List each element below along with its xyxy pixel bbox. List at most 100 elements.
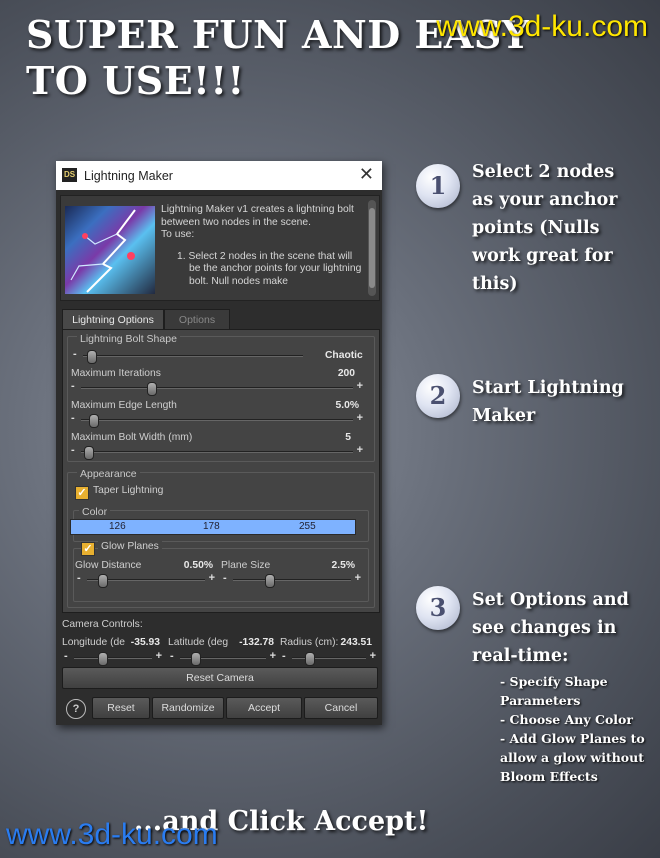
color-blue-value: 255 — [299, 521, 316, 532]
plane-size-label: Plane Size — [221, 560, 271, 571]
color-green-value: 178 — [203, 521, 220, 532]
tab-options[interactable]: Options — [164, 309, 230, 330]
watermark-bottom: www.3d-ku.com — [6, 818, 218, 851]
slider-plus[interactable]: + — [270, 650, 276, 662]
slider-minus[interactable]: - — [64, 650, 68, 662]
slider-knob[interactable] — [97, 652, 108, 666]
reset-button[interactable]: Reset — [92, 697, 150, 719]
slider-minus[interactable]: - — [71, 412, 75, 424]
step-2-text: Start Lightning Maker — [472, 378, 624, 426]
max-iterations-value[interactable]: 200 — [303, 368, 355, 379]
color-swatch[interactable]: 126 178 255 — [70, 519, 356, 535]
radius-value[interactable]: 243.51 — [326, 637, 373, 648]
latitude-value[interactable]: -132.78 — [224, 637, 274, 648]
max-bolt-width-value[interactable]: 5 — [303, 432, 351, 443]
step-1-badge: 1 — [416, 164, 460, 208]
watermark-top: www.3d-ku.com — [436, 10, 648, 43]
slider-plus[interactable]: + — [209, 572, 215, 584]
latitude-label: Latitude (deg — [168, 637, 229, 648]
slider-plus[interactable]: + — [357, 444, 363, 456]
slider-minus[interactable]: - — [77, 572, 81, 584]
feature-bullets: - Specify Shape Parameters - Choose Any … — [500, 672, 645, 786]
slider-knob[interactable] — [191, 652, 202, 666]
chaotic-label: Chaotic — [325, 350, 363, 361]
step-2-badge: 2 — [416, 374, 460, 418]
max-bolt-width-slider[interactable]: - + — [71, 444, 363, 460]
dialog-title: Lightning Maker — [84, 169, 173, 183]
slider-plus[interactable]: + — [355, 572, 361, 584]
camera-controls-title: Camera Controls: — [62, 619, 143, 630]
close-icon[interactable]: ✕ — [359, 164, 374, 185]
plane-size-slider[interactable]: - + — [223, 572, 361, 588]
slider-plus[interactable]: + — [370, 650, 376, 662]
bullet-shape: - Specify Shape Parameters — [500, 674, 608, 708]
slider-track[interactable] — [74, 657, 152, 659]
description-intro: Lightning Maker v1 creates a lightning b… — [161, 204, 354, 240]
slider-plus[interactable]: + — [357, 412, 363, 424]
lightning-maker-dialog: DS Lightning Maker ✕ Lightning Maker v1 … — [56, 161, 382, 725]
slider-track[interactable] — [81, 387, 353, 389]
bolt-shape-title: Lightning Bolt Shape — [77, 333, 180, 345]
slider-track[interactable] — [233, 579, 351, 581]
slider-minus[interactable]: - — [71, 380, 75, 392]
cancel-button[interactable]: Cancel — [304, 697, 378, 719]
title-bar[interactable]: DS Lightning Maker ✕ — [56, 161, 382, 190]
max-iterations-slider[interactable]: - + — [71, 380, 363, 396]
slider-minus[interactable]: - — [170, 650, 174, 662]
glow-planes-checkbox[interactable]: ✓ — [81, 542, 95, 556]
bullet-glow: - Add Glow Planes to allow a glow withou… — [500, 731, 645, 784]
taper-lightning-checkbox[interactable]: ✓ — [75, 486, 89, 500]
latitude-slider[interactable]: - + — [170, 650, 276, 666]
slider-track[interactable] — [83, 355, 303, 357]
glow-distance-value[interactable]: 0.50% — [163, 560, 213, 571]
accept-button[interactable]: Accept — [226, 697, 302, 719]
slider-track[interactable] — [81, 451, 353, 453]
slider-knob[interactable] — [97, 574, 108, 588]
max-edge-length-slider[interactable]: - + — [71, 412, 363, 428]
slider-knob[interactable] — [304, 652, 315, 666]
reset-camera-button[interactable]: Reset Camera — [62, 667, 378, 689]
max-iterations-label: Maximum Iterations — [71, 368, 161, 379]
chaotic-slider[interactable]: - — [73, 348, 313, 364]
glow-distance-slider[interactable]: - + — [77, 572, 215, 588]
slider-knob[interactable] — [265, 574, 276, 588]
slider-minus[interactable]: - — [282, 650, 286, 662]
taper-lightning-label: Taper Lightning — [93, 485, 164, 496]
step-3-text: Set Options and see changes in real-time… — [472, 590, 629, 666]
step-1-text: Select 2 nodes as your anchor points (Nu… — [472, 162, 618, 294]
slider-minus[interactable]: - — [71, 444, 75, 456]
slider-minus[interactable]: - — [73, 348, 77, 360]
info-scrollbar[interactable] — [368, 200, 376, 296]
plane-size-value[interactable]: 2.5% — [303, 560, 355, 571]
slider-knob[interactable] — [88, 414, 99, 428]
radius-slider[interactable]: - + — [282, 650, 376, 666]
glow-distance-label: Glow Distance — [75, 560, 142, 571]
scroll-thumb[interactable] — [369, 208, 375, 288]
longitude-slider[interactable]: - + — [64, 650, 162, 666]
description-step-1: 1. Select 2 nodes in the scene that will… — [177, 250, 362, 287]
help-icon[interactable]: ? — [66, 699, 86, 719]
slider-minus[interactable]: - — [223, 572, 227, 584]
glow-planes-label: Glow Planes — [98, 541, 162, 552]
color-red-value: 126 — [109, 521, 126, 532]
longitude-value[interactable]: -35.93 — [116, 637, 160, 648]
slider-knob[interactable] — [87, 350, 98, 364]
slider-knob[interactable] — [83, 446, 94, 460]
bullet-color: - Choose Any Color — [500, 712, 633, 727]
lightning-options-panel: Lightning Bolt Shape - Chaotic Maximum I… — [62, 329, 380, 613]
slider-track[interactable] — [292, 657, 366, 659]
slider-plus[interactable]: + — [156, 650, 162, 662]
slider-plus[interactable]: + — [357, 380, 363, 392]
slider-track[interactable] — [81, 419, 353, 421]
max-edge-length-value[interactable]: 5.0% — [303, 400, 359, 411]
max-bolt-width-label: Maximum Bolt Width (mm) — [71, 432, 193, 443]
appearance-title: Appearance — [77, 468, 140, 480]
info-panel: Lightning Maker v1 creates a lightning b… — [60, 195, 380, 301]
lightning-thumbnail — [65, 206, 155, 294]
slider-knob[interactable] — [146, 382, 157, 396]
tab-lightning-options[interactable]: Lightning Options — [62, 309, 164, 330]
description-text: Lightning Maker v1 creates a lightning b… — [161, 204, 366, 298]
randomize-button[interactable]: Randomize — [152, 697, 224, 719]
color-title: Color — [79, 506, 111, 518]
max-edge-length-label: Maximum Edge Length — [71, 400, 177, 411]
